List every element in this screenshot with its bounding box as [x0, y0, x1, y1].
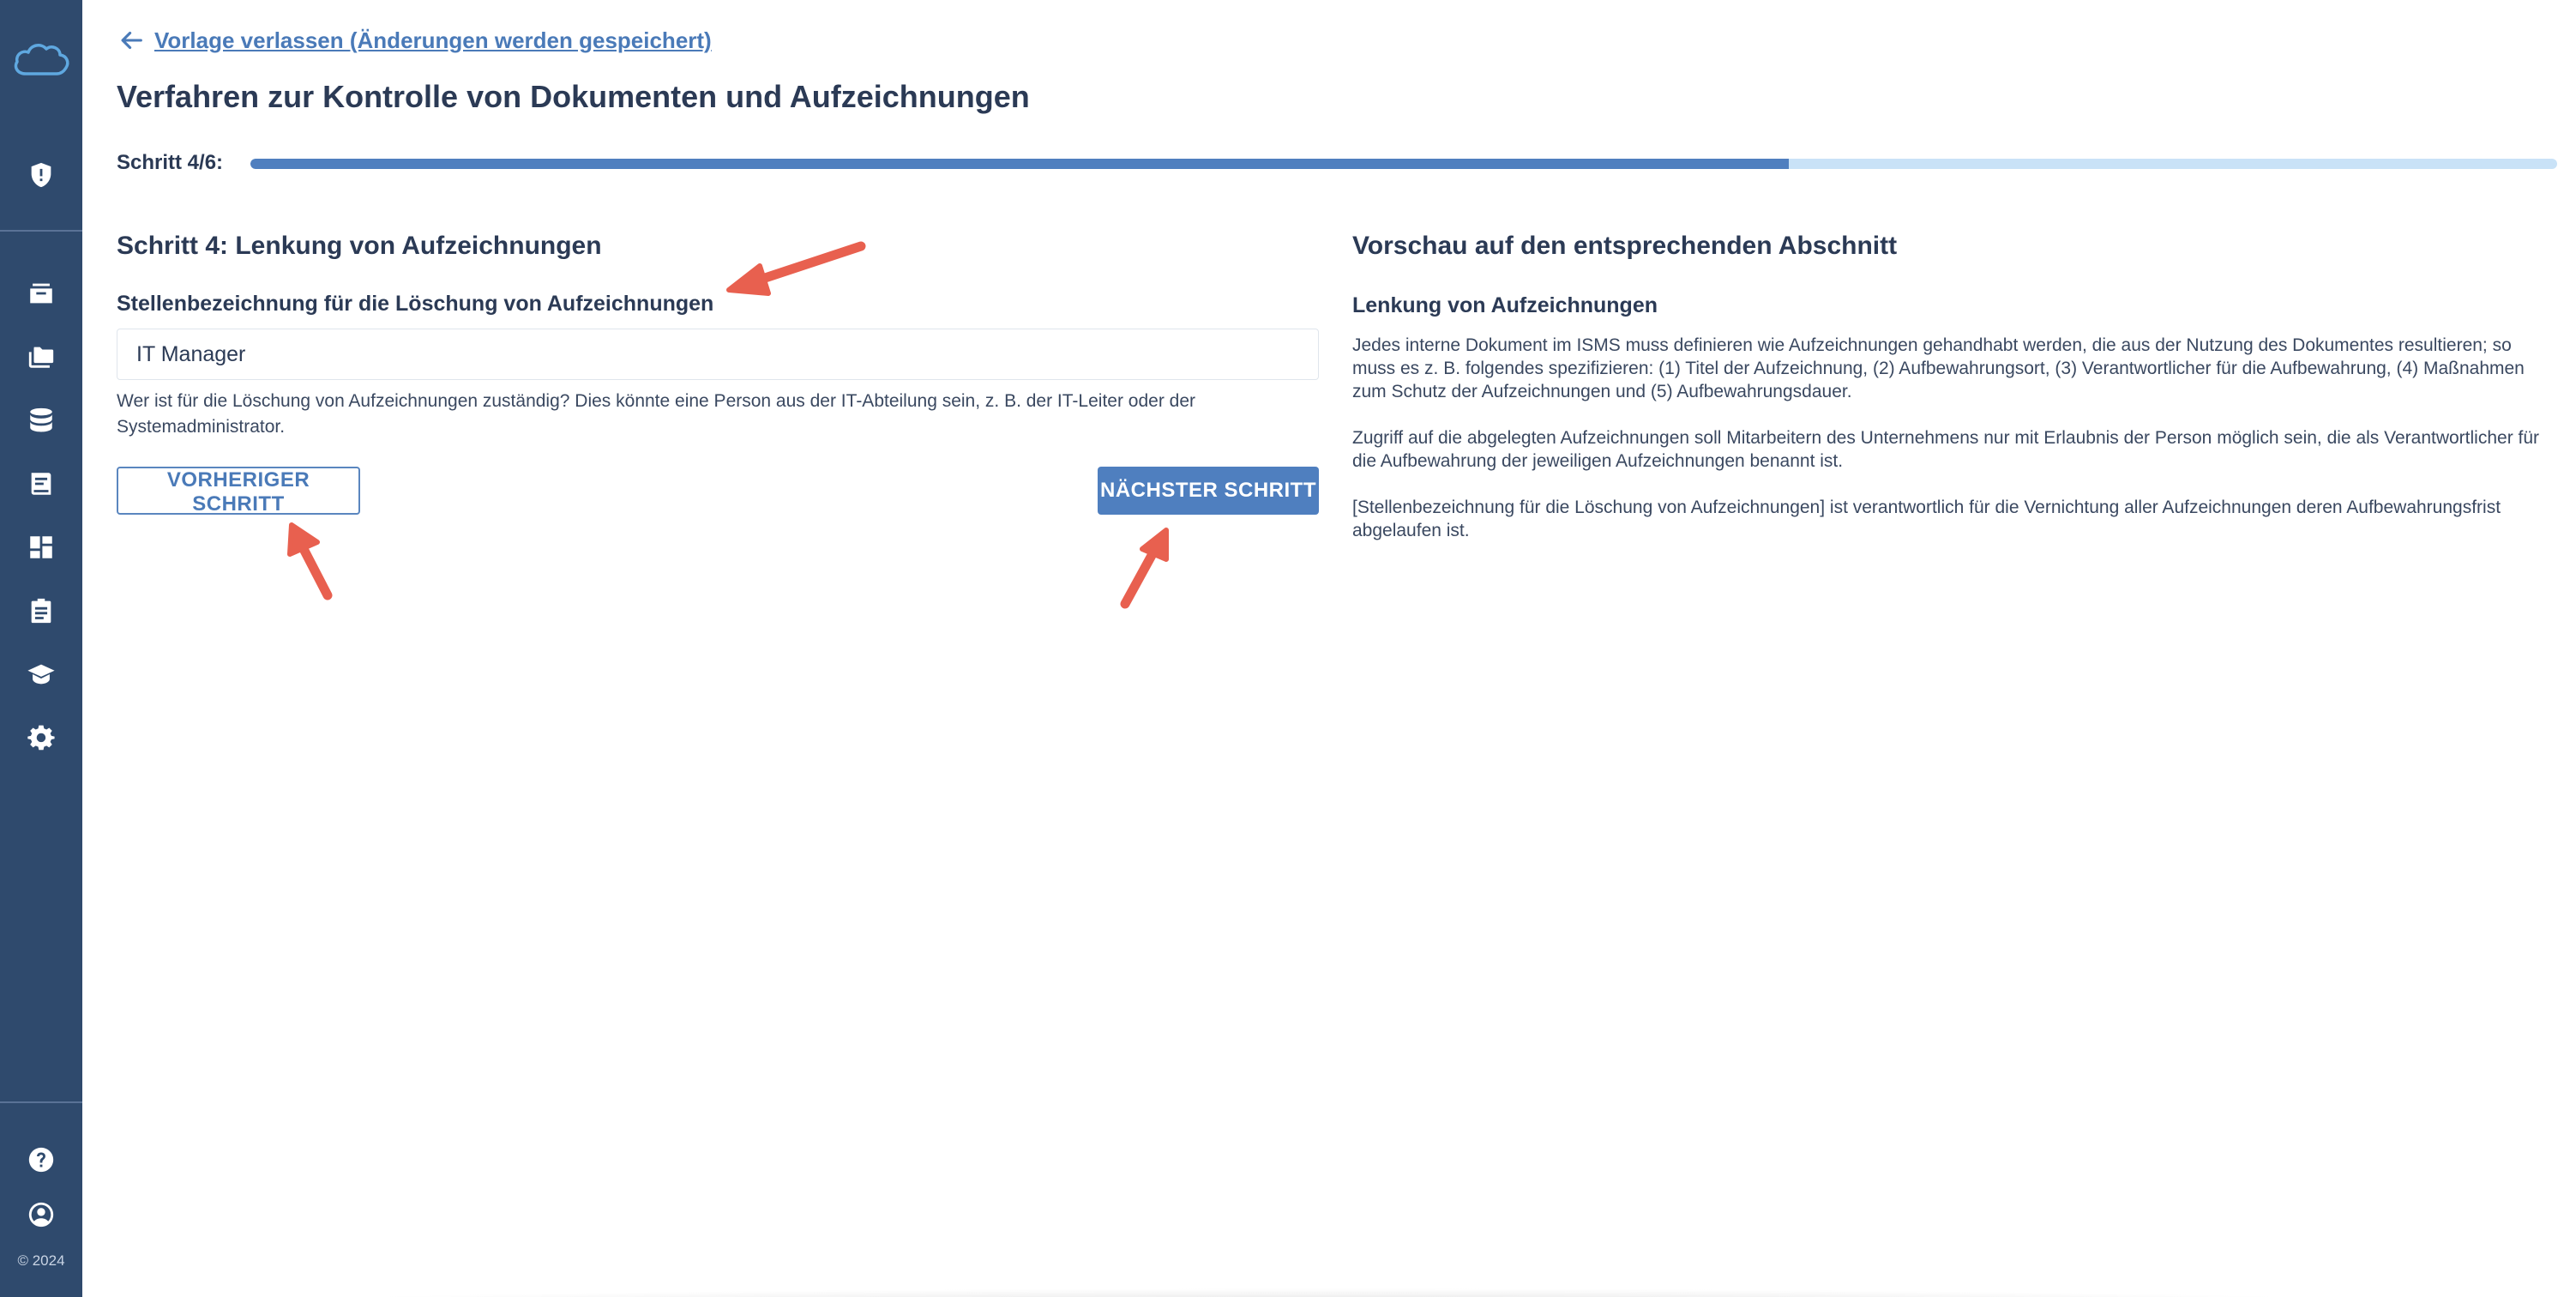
folder-icon[interactable] [24, 340, 58, 374]
sidebar: © 2024 [0, 0, 82, 1297]
archive-icon[interactable] [24, 276, 58, 311]
sidebar-divider [0, 1101, 82, 1103]
form-section: Schritt 4: Lenkung von Aufzeichnungen St… [117, 232, 1319, 440]
shield-icon[interactable] [24, 158, 58, 192]
next-step-button[interactable]: NÄCHSTER SCHRITT [1098, 467, 1319, 515]
graduation-cap-icon[interactable] [24, 657, 58, 691]
arrow-left-icon [121, 31, 142, 50]
progress-bar [250, 159, 2557, 169]
clipboard-icon[interactable] [24, 594, 58, 628]
step-heading: Schritt 4: Lenkung von Aufzeichnungen [117, 232, 602, 260]
job-title-input[interactable] [117, 329, 1319, 380]
preview-section: Vorschau auf den entsprechenden Abschnit… [1352, 232, 2557, 542]
progress-fill [250, 159, 1790, 169]
help-text: Wer ist für die Löschung von Aufzeichnun… [117, 391, 1196, 437]
database-icon[interactable] [24, 403, 58, 437]
copyright: © 2024 [17, 1252, 65, 1269]
step-label: Schritt 4/6: [117, 151, 224, 174]
cloud-logo-icon[interactable] [10, 36, 72, 82]
dashboard-icon[interactable] [24, 530, 58, 564]
preview-paragraph: Zugriff auf die abgelegten Aufzeichnunge… [1352, 428, 2540, 471]
preview-paragraph: Jedes interne Dokument im ISMS muss defi… [1352, 335, 2525, 401]
previous-step-button[interactable]: VORHERIGER SCHRITT [117, 467, 360, 516]
book-icon[interactable] [24, 467, 58, 501]
sidebar-divider [0, 230, 82, 232]
preview-subheading: Lenkung von Aufzeichnungen [1352, 293, 1658, 317]
bottom-shadow [194, 1288, 2465, 1297]
main-content: Vorlage verlassen (Änderungen werden ges… [82, 0, 2576, 1297]
gear-icon[interactable] [24, 721, 58, 755]
field-label: Stellenbezeichnung für die Löschung von … [117, 292, 714, 316]
back-link[interactable]: Vorlage verlassen (Änderungen werden ges… [117, 26, 712, 55]
preview-heading: Vorschau auf den entsprechenden Abschnit… [1352, 232, 1898, 260]
back-link-label: Vorlage verlassen (Änderungen werden ges… [154, 27, 712, 53]
help-icon[interactable] [24, 1143, 58, 1177]
page-title: Verfahren zur Kontrolle von Dokumenten u… [117, 79, 1030, 114]
account-icon[interactable] [24, 1197, 58, 1232]
preview-paragraph: [Stellenbezeichnung für die Löschung von… [1352, 498, 2501, 540]
